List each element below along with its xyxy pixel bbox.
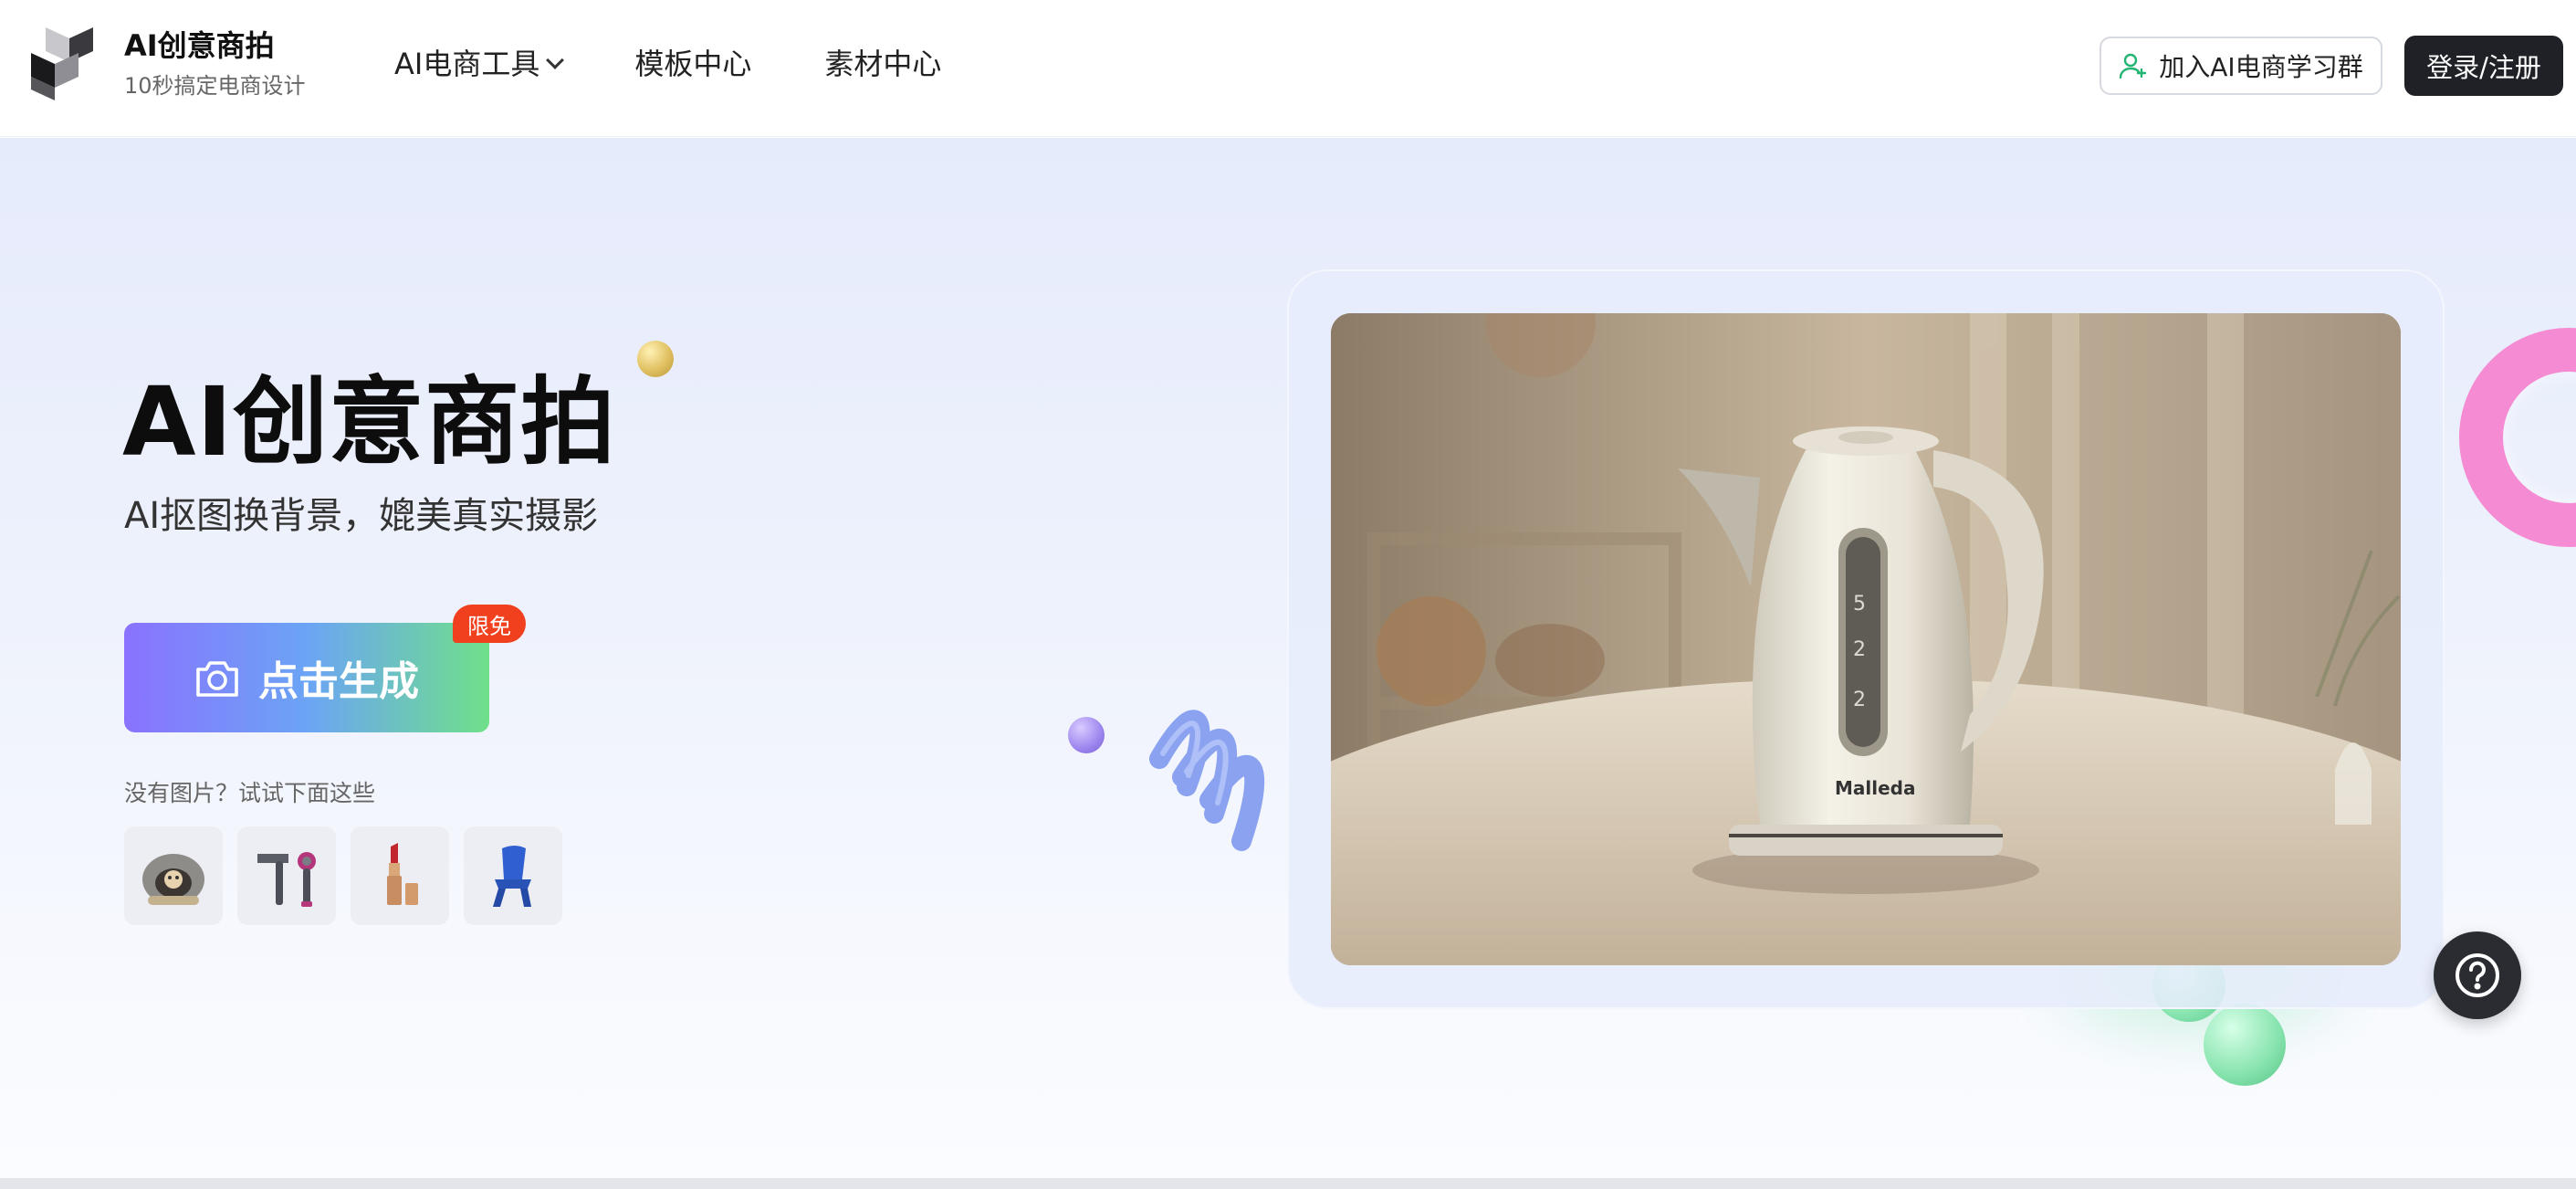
brand-title: AI创意商拍: [124, 28, 275, 63]
nav-materials[interactable]: 素材中心: [824, 40, 941, 88]
nav-materials-label: 素材中心: [824, 47, 942, 81]
user-plus-icon: [2120, 53, 2147, 79]
nav-ai-tools[interactable]: AI电商工具: [394, 40, 565, 88]
try-samples-label: 没有图片？试试下面这些: [124, 780, 376, 806]
join-group-button[interactable]: 加入AI电商学习群: [2100, 37, 2382, 95]
brand-subtitle: 10秒搞定电商设计: [124, 73, 306, 99]
chevron-down-icon: [546, 51, 565, 69]
generate-label: 点击生成: [258, 658, 419, 705]
join-group-label: 加入AI电商学习群: [2159, 52, 2363, 82]
preview-image: 5 2 2 Malleda: [1331, 313, 2401, 965]
chair-icon: [493, 846, 531, 907]
gold-ball-decoration: [637, 341, 674, 377]
green-ball-decoration-2: [2204, 1004, 2286, 1086]
nav-templates-label: 模板中心: [634, 47, 752, 81]
hair-dryer-icon: [257, 852, 316, 907]
nav-ai-tools-label: AI电商工具: [394, 47, 540, 81]
free-badge: 限免: [453, 605, 526, 643]
question-icon: [2456, 953, 2499, 997]
top-header: AI创意商拍 10秒搞定电商设计 AI电商工具 模板中心 素材中心 加入AI电商…: [0, 0, 2576, 137]
logo-icon[interactable]: [29, 26, 99, 102]
cat-bed-icon: [142, 854, 204, 905]
sample-list: [124, 826, 562, 925]
hero-title: AI创意商拍: [122, 366, 617, 478]
brand[interactable]: AI创意商拍 10秒搞定电商设计: [124, 26, 306, 102]
main-nav: AI电商工具 模板中心 素材中心: [394, 40, 941, 88]
svg-text:2: 2: [1853, 638, 1866, 661]
pink-ring-decoration: [2459, 328, 2576, 547]
lipstick-icon: [387, 843, 418, 905]
sample-lipstick[interactable]: [351, 826, 449, 925]
spring-decoration: [1149, 710, 1265, 851]
bottom-scroll-bar: [0, 1178, 2576, 1189]
nav-templates[interactable]: 模板中心: [634, 40, 751, 88]
hero-section: AI创意商拍 AI抠图换背景，媲美真实摄影 点击生成 限免 没有图片？试试下面这…: [0, 138, 2576, 1189]
login-register-button[interactable]: 登录/注册: [2404, 36, 2563, 96]
svg-text:2: 2: [1853, 689, 1866, 711]
generate-button[interactable]: 点击生成: [124, 623, 489, 732]
sample-blue-chair[interactable]: [464, 826, 562, 925]
help-button[interactable]: [2434, 931, 2521, 1019]
svg-text:5: 5: [1853, 593, 1866, 616]
kettle-brand-text: Malleda: [1835, 777, 1916, 799]
sample-cat-bed[interactable]: [124, 826, 223, 925]
kettle-scene: 5 2 2 Malleda: [1331, 313, 2401, 965]
sample-hair-dryer[interactable]: [237, 826, 336, 925]
camera-icon: [196, 661, 238, 697]
hero-subtitle: AI抠图换背景，媲美真实摄影: [124, 495, 599, 537]
purple-ball-decoration: [1068, 717, 1105, 753]
